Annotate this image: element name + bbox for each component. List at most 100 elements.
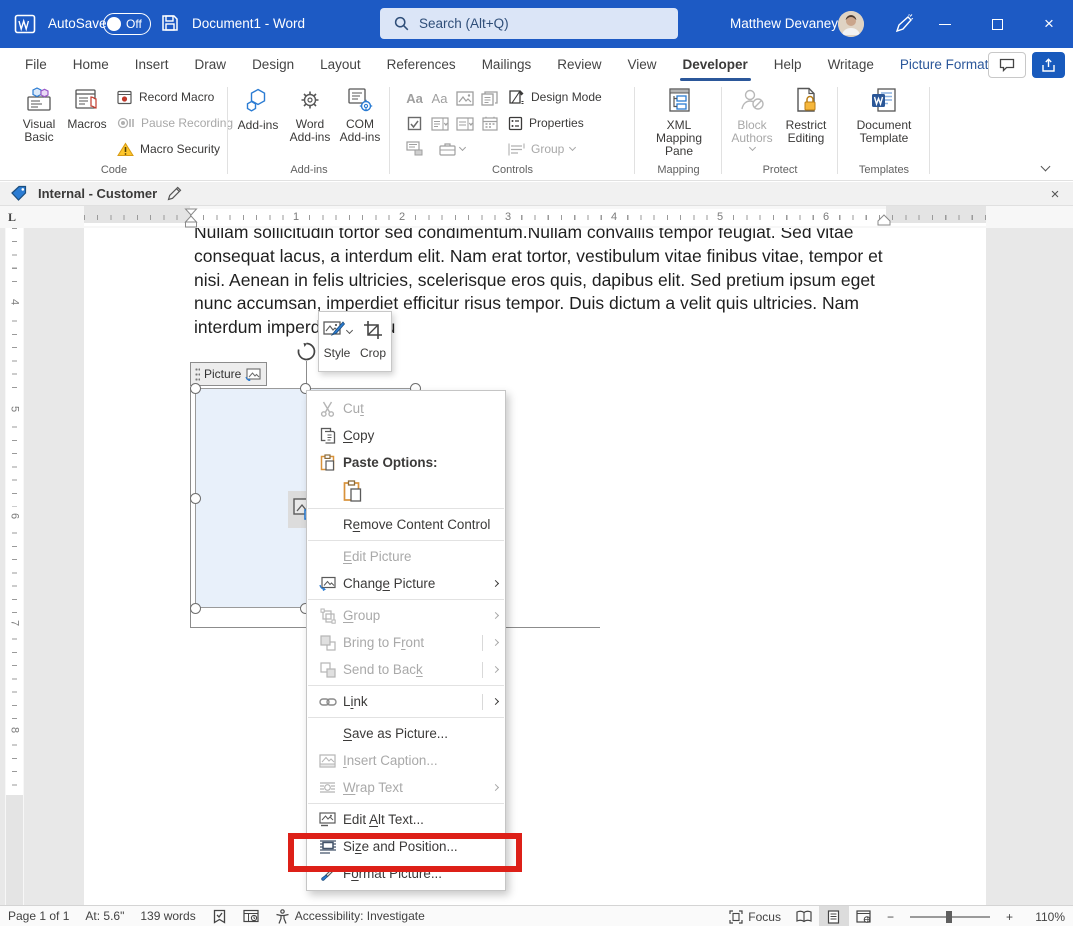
visual-basic-button[interactable]: Visual Basic bbox=[12, 87, 66, 144]
tab-picture-format[interactable]: Picture Format bbox=[887, 48, 1002, 81]
tab-home[interactable]: Home bbox=[60, 48, 122, 81]
tab-references[interactable]: References bbox=[374, 48, 469, 81]
com-add-ins-button[interactable]: COM Add-ins bbox=[336, 87, 384, 144]
checkbox-control-icon[interactable] bbox=[407, 116, 422, 131]
share-button[interactable] bbox=[1032, 52, 1065, 78]
tab-help[interactable]: Help bbox=[761, 48, 815, 81]
crop-icon bbox=[364, 321, 382, 339]
menu-item-link[interactable]: Link bbox=[307, 688, 505, 715]
menu-item-insert-caption[interactable]: Insert Caption... bbox=[307, 747, 505, 774]
tab-file[interactable]: File bbox=[12, 48, 60, 81]
word-app-icon[interactable] bbox=[14, 13, 36, 35]
avatar[interactable] bbox=[838, 11, 864, 37]
right-indent-marker[interactable] bbox=[877, 214, 891, 226]
vertical-ruler[interactable]: 4 5 6 7 8 bbox=[5, 228, 24, 905]
indent-markers[interactable] bbox=[183, 208, 199, 228]
combo-box-control-icon[interactable] bbox=[430, 116, 449, 131]
close-button[interactable]: × bbox=[1026, 0, 1072, 48]
tab-review[interactable]: Review bbox=[544, 48, 614, 81]
restrict-editing-button[interactable]: Restrict Editing bbox=[780, 87, 832, 145]
document-template-button[interactable]: Document Template bbox=[854, 87, 914, 145]
dropdown-list-control-icon[interactable] bbox=[455, 116, 474, 131]
tab-draw[interactable]: Draw bbox=[182, 48, 240, 81]
add-ins-button[interactable]: Add-ins bbox=[234, 87, 282, 132]
search-input[interactable] bbox=[419, 16, 649, 31]
maximize-button[interactable] bbox=[974, 0, 1020, 48]
paragraph-text[interactable]: Nullam sollicitudin tortor sed condiment… bbox=[194, 228, 894, 340]
print-layout-button[interactable] bbox=[818, 906, 849, 926]
save-icon[interactable] bbox=[160, 13, 180, 33]
crop-button[interactable]: Crop bbox=[355, 312, 391, 371]
zoom-out-button[interactable]: − bbox=[879, 906, 902, 926]
tab-design[interactable]: Design bbox=[239, 48, 307, 81]
resize-handle-mid-left[interactable] bbox=[190, 493, 201, 504]
repeating-section-control-icon[interactable] bbox=[406, 141, 423, 156]
picture-content-control-tag[interactable]: Picture bbox=[190, 362, 267, 386]
block-authors-button[interactable]: Block Authors bbox=[726, 87, 778, 152]
focus-mode-button[interactable]: Focus bbox=[721, 906, 789, 926]
design-mode-button[interactable]: Design Mode bbox=[508, 87, 602, 107]
web-layout-button[interactable] bbox=[849, 906, 879, 926]
document-page[interactable]: Nullam sollicitudin tortor sed condiment… bbox=[84, 228, 986, 905]
accessibility-status[interactable]: Accessibility: Investigate bbox=[267, 906, 433, 926]
menu-item-wrap-text[interactable]: Wrap Text bbox=[307, 774, 505, 801]
word-count[interactable]: 139 words bbox=[132, 906, 203, 926]
menu-item-group[interactable]: Group bbox=[307, 602, 505, 629]
read-mode-button[interactable] bbox=[789, 906, 819, 926]
date-picker-control-icon[interactable] bbox=[481, 116, 498, 131]
group-controls-button[interactable]: Group bbox=[508, 139, 577, 159]
close-pane-icon[interactable]: × bbox=[1045, 182, 1065, 206]
record-macro-button[interactable]: Record Macro bbox=[117, 87, 214, 107]
legacy-tools-button[interactable] bbox=[439, 142, 467, 156]
picture-control-icon[interactable] bbox=[455, 91, 474, 106]
style-button[interactable]: Style bbox=[319, 312, 355, 371]
collapse-ribbon-icon[interactable] bbox=[1040, 159, 1051, 173]
properties-button[interactable]: Properties bbox=[508, 113, 584, 133]
resize-handle-bottom-left[interactable] bbox=[190, 603, 201, 614]
zoom-slider[interactable] bbox=[909, 910, 990, 923]
xml-mapping-pane-button[interactable]: XML Mapping Pane bbox=[643, 87, 715, 158]
tab-mailings[interactable]: Mailings bbox=[469, 48, 545, 81]
paste-keep-source-icon[interactable] bbox=[343, 480, 362, 502]
pause-recording-button[interactable]: Pause Recording bbox=[117, 113, 233, 133]
word-add-ins-button[interactable]: Word Add-ins bbox=[286, 87, 334, 144]
tab-view[interactable]: View bbox=[614, 48, 669, 81]
building-block-control-icon[interactable] bbox=[481, 91, 498, 106]
rich-text-control-icon[interactable]: Aa bbox=[406, 91, 423, 106]
menu-item-copy[interactable]: Copy bbox=[307, 422, 505, 449]
zoom-level[interactable]: 110% bbox=[1021, 906, 1073, 926]
macros-button[interactable]: Macros bbox=[60, 87, 114, 131]
tab-selector[interactable]: L bbox=[8, 210, 16, 225]
rotate-handle-icon[interactable] bbox=[296, 341, 317, 362]
macro-security-button[interactable]: Macro Security bbox=[117, 139, 220, 159]
menu-item-remove-content-control[interactable]: Remove Content Control bbox=[307, 511, 505, 538]
horizontal-ruler[interactable]: L 1 2 3 4 5 6 bbox=[0, 206, 1073, 228]
tab-insert[interactable]: Insert bbox=[122, 48, 182, 81]
pen-mode-icon[interactable] bbox=[894, 14, 914, 34]
word-window: AutoSave Off Document1 - Word Matthew De… bbox=[0, 0, 1073, 926]
page-indicator[interactable]: Page 1 of 1 bbox=[0, 906, 77, 926]
tab-layout[interactable]: Layout bbox=[307, 48, 374, 81]
menu-item-change-picture[interactable]: Change Picture bbox=[307, 570, 505, 597]
tab-developer[interactable]: Developer bbox=[670, 48, 761, 81]
menu-item-save-as-picture[interactable]: Save as Picture... bbox=[307, 720, 505, 747]
comments-button[interactable] bbox=[988, 52, 1026, 78]
menu-item-bring-to-front[interactable]: Bring to Front bbox=[307, 629, 505, 656]
macro-recording-icon[interactable] bbox=[235, 906, 267, 926]
menu-item-edit-alt-text[interactable]: Edit Alt Text... bbox=[307, 806, 505, 833]
menu-item-edit-picture[interactable]: Edit Picture bbox=[307, 543, 505, 570]
tab-writage[interactable]: Writage bbox=[815, 48, 887, 81]
resize-handle-top-left[interactable] bbox=[190, 383, 201, 394]
minimize-button[interactable] bbox=[922, 0, 968, 48]
autosave-toggle[interactable]: Off bbox=[103, 13, 151, 35]
ruler-number: 6 bbox=[8, 506, 21, 526]
plain-text-control-icon[interactable]: Aa bbox=[432, 91, 448, 106]
menu-item-send-to-back[interactable]: Send to Back bbox=[307, 656, 505, 683]
proofing-status-icon[interactable] bbox=[204, 906, 235, 926]
zoom-slider-thumb[interactable] bbox=[945, 910, 952, 923]
menu-item-cut[interactable]: Cut bbox=[307, 395, 505, 422]
search-box[interactable] bbox=[380, 8, 678, 39]
submenu-arrow-icon bbox=[491, 783, 500, 792]
edit-pencil-icon[interactable] bbox=[167, 186, 182, 201]
zoom-in-button[interactable]: + bbox=[998, 906, 1021, 926]
